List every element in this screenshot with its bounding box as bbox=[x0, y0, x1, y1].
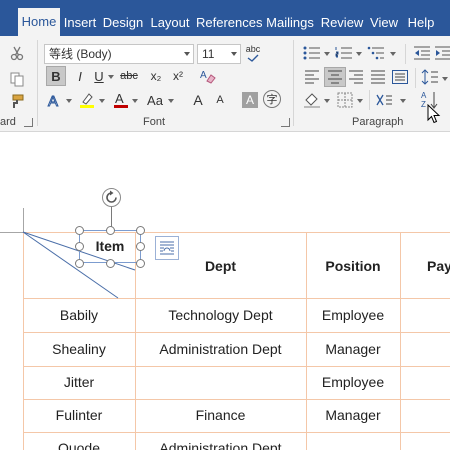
table-cell: Administration Dept bbox=[159, 341, 282, 357]
table-cell: Manager bbox=[325, 341, 381, 357]
layout-options-icon bbox=[160, 241, 174, 255]
table-cell: Babily bbox=[59, 307, 99, 323]
resize-handle-sw[interactable] bbox=[75, 259, 84, 268]
table-cell: Manager bbox=[325, 407, 381, 423]
header-position: Position bbox=[325, 258, 381, 274]
table-cell: Technology Dept bbox=[168, 307, 273, 323]
text-box-item-label[interactable]: Item bbox=[79, 238, 141, 254]
resize-handle-nw[interactable] bbox=[75, 226, 84, 235]
resize-handle-ne[interactable] bbox=[136, 226, 145, 235]
table-cell: Finance bbox=[195, 407, 246, 423]
rotate-icon[interactable] bbox=[101, 187, 122, 208]
resize-handle-w[interactable] bbox=[75, 242, 84, 251]
table-cell: Quode bbox=[57, 440, 101, 450]
resize-handle-n[interactable] bbox=[106, 226, 115, 235]
resize-handle-se[interactable] bbox=[136, 259, 145, 268]
resize-handle-e[interactable] bbox=[136, 242, 145, 251]
resize-handle-s[interactable] bbox=[106, 259, 115, 268]
table-cell: Employee bbox=[321, 307, 385, 323]
header-pay: Pay bbox=[427, 258, 450, 274]
table-cell: Administration Dept bbox=[159, 440, 282, 450]
table-cell: Shealiny bbox=[52, 341, 106, 357]
table-cell: Employee bbox=[321, 374, 385, 390]
table-cell: Fulinter bbox=[55, 407, 103, 423]
layout-options-button[interactable] bbox=[155, 236, 179, 260]
table-cell: Jitter bbox=[63, 374, 95, 390]
